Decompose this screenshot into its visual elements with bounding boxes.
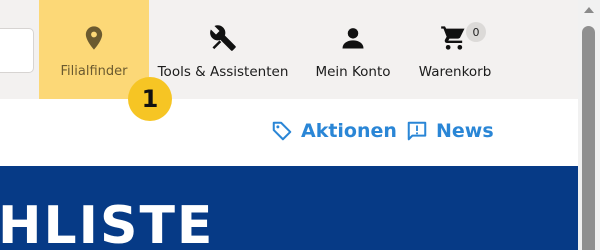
page-scrollbar[interactable] (578, 0, 600, 250)
search-input[interactable] (0, 28, 34, 73)
scroll-up-arrow-icon[interactable] (584, 7, 594, 13)
page: Filialfinder Tools & Assistenten Mein Ko… (0, 0, 600, 250)
nav-warenkorb[interactable]: 0 Warenkorb (412, 0, 498, 99)
cart-count-badge: 0 (466, 22, 486, 42)
scroll-thumb[interactable] (582, 26, 595, 250)
news-link[interactable]: News (406, 120, 494, 142)
map-pin-icon (85, 26, 103, 50)
nav-warenkorb-label: Warenkorb (418, 64, 492, 80)
step-marker: 1 (128, 77, 172, 121)
nav-mein-konto[interactable]: Mein Konto (310, 0, 396, 99)
top-header: Filialfinder Tools & Assistenten Mein Ko… (0, 0, 578, 99)
nav-tools-label: Tools & Assistenten (157, 64, 289, 80)
news-icon (407, 121, 427, 141)
nav-filialfinder-label: Filialfinder (60, 64, 128, 79)
aktionen-label: Aktionen (301, 120, 397, 142)
nav-mein-konto-label: Mein Konto (315, 64, 391, 80)
news-label: News (436, 120, 494, 142)
aktionen-link[interactable]: Aktionen (271, 120, 397, 142)
user-icon (342, 28, 364, 49)
nav-tools[interactable]: Tools & Assistenten (155, 0, 291, 99)
banner-heading: HLISTE (0, 196, 215, 250)
cart-icon (441, 26, 465, 50)
tools-icon (210, 25, 236, 51)
tag-icon (272, 121, 292, 141)
